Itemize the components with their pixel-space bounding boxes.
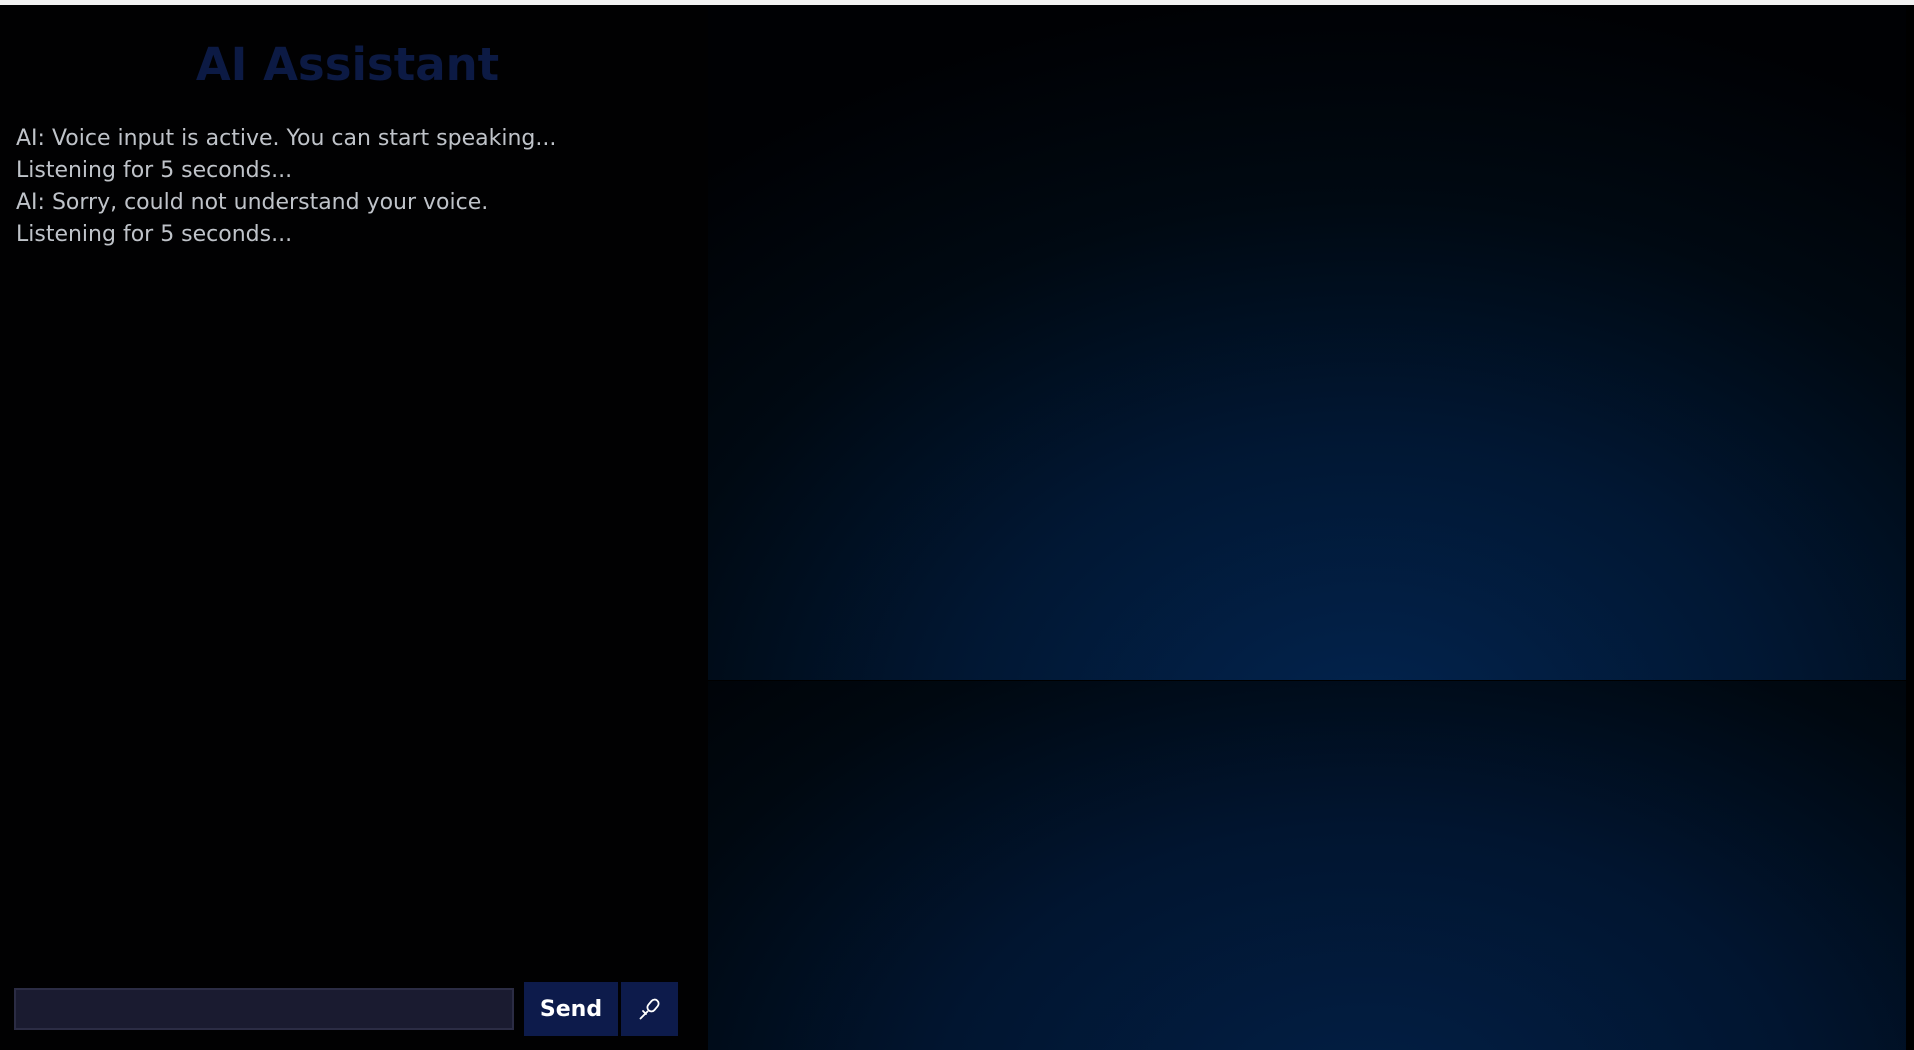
- send-button[interactable]: Send: [524, 982, 618, 1036]
- chat-panel: AI Assistant AI: Voice input is active. …: [0, 5, 708, 1050]
- microphone-button[interactable]: [621, 982, 678, 1036]
- chat-log: AI: Voice input is active. You can start…: [16, 123, 696, 251]
- window-right-edge: [1906, 5, 1914, 1050]
- visualizer-panel: [708, 5, 1906, 1050]
- message-input-row: Send: [14, 981, 678, 1037]
- app-title: AI Assistant: [195, 38, 500, 91]
- chat-message: Listening for 5 seconds...: [16, 222, 293, 247]
- chat-message: AI: Sorry, could not understand your voi…: [16, 190, 489, 215]
- chat-message: AI: Voice input is active. You can start…: [16, 126, 557, 151]
- chat-message: Listening for 5 seconds...: [16, 158, 293, 183]
- microphone-icon: [639, 998, 660, 1020]
- message-input[interactable]: [14, 988, 514, 1030]
- audio-visualizer-lower: [708, 681, 1906, 1050]
- audio-visualizer-upper: [708, 5, 1906, 680]
